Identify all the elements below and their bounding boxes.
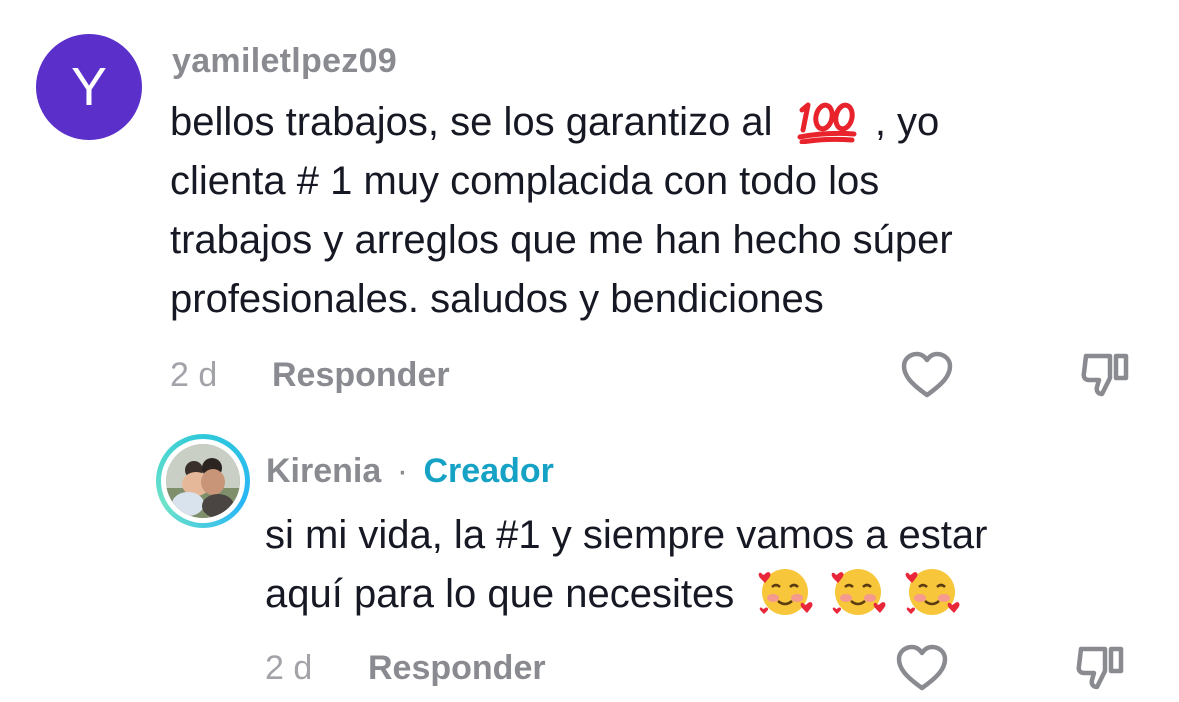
comment-text-part: bellos trabajos, se los garantizo al: [170, 100, 773, 144]
reply-line-1: si mi vida, la #1 y siempre vamos a esta…: [265, 513, 988, 557]
smiling-face-with-hearts-emoji: [830, 565, 886, 619]
comment-timestamp: 2 d: [170, 356, 218, 394]
avatar[interactable]: Y: [36, 34, 142, 140]
comment-line-2: clienta # 1 muy complacida con todo los: [170, 159, 880, 203]
heart-icon[interactable]: [895, 643, 949, 693]
avatar-letter: Y: [70, 57, 108, 117]
thumbs-down-icon[interactable]: [1078, 350, 1134, 400]
reply-header: Kirenia · Creador: [266, 452, 554, 491]
comment-username[interactable]: yamiletlpez09: [172, 42, 397, 81]
comment-line-1: bellos trabajos, se los garantizo al , y…: [170, 93, 939, 152]
reply-button[interactable]: Responder: [272, 356, 450, 395]
creator-avatar[interactable]: [156, 434, 250, 528]
heart-icon[interactable]: [900, 350, 954, 400]
reply-username[interactable]: Kirenia: [266, 452, 381, 490]
smiling-face-with-hearts-emoji: [757, 565, 813, 619]
reply-timestamp: 2 d: [265, 649, 313, 687]
reply-button[interactable]: Responder: [368, 649, 546, 688]
comment-line-3: trabajos y arreglos que me han hecho súp…: [170, 218, 953, 262]
reply-line-2: aquí para lo que necesites: [265, 565, 960, 624]
creator-badge: Creador: [423, 452, 554, 490]
comment-text-part: , yo: [874, 100, 940, 144]
smiling-face-with-hearts-emoji: [904, 565, 960, 619]
avatar-ring-inner: [161, 439, 245, 523]
reply-text-part: aquí para lo que necesites: [265, 572, 735, 616]
thumbs-down-icon[interactable]: [1073, 643, 1129, 693]
hundred-points-emoji: [794, 96, 860, 145]
separator-dot: ·: [396, 452, 409, 490]
avatar-photo: [166, 444, 240, 518]
comment-line-4: profesionales. saludos y bendiciones: [170, 277, 824, 321]
